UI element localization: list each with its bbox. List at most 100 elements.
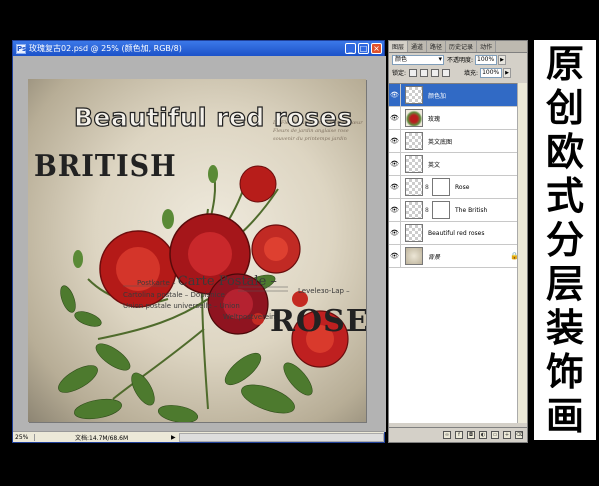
layers-scrollbar[interactable]	[517, 83, 527, 423]
layer-thumbnail	[405, 109, 423, 127]
blend-mode-select[interactable]: 颜色	[392, 54, 444, 65]
caption-char: 饰	[545, 350, 584, 394]
rose-bud	[162, 209, 174, 229]
document-window[interactable]: Ps 玫瑰复古02.psd @ 25% (颜色加, RGB/8) _ □ × L…	[12, 40, 386, 443]
layer-thumbnail	[405, 178, 423, 196]
leaf	[157, 405, 199, 422]
caption-char: 画	[545, 394, 584, 438]
status-menu-arrow-icon[interactable]: ▶	[171, 434, 179, 441]
eye-icon[interactable]: 👁	[389, 129, 401, 153]
fill-input[interactable]: 100%	[480, 67, 503, 78]
postcard-line: Weltpostverein	[223, 313, 276, 321]
postcard-line: Postkarte – Carte Postale –	[137, 274, 277, 289]
tab-history[interactable]: 历史记录	[446, 41, 478, 52]
status-bar: 25% 文档:14.7M/68.6M ▶	[13, 431, 384, 442]
layers-panel[interactable]: 图层 通道 路径 历史记录 动作 颜色 不透明度: 100% ▶ 锁定: 填充:…	[388, 40, 528, 443]
rose-center	[188, 232, 232, 276]
artwork-british-text: BRITISH	[34, 149, 177, 184]
opacity-input[interactable]: 100%	[475, 54, 498, 65]
fill-arrow-button[interactable]: ▶	[503, 67, 512, 78]
document-titlebar[interactable]: Ps 玫瑰复古02.psd @ 25% (颜色加, RGB/8) _ □ ×	[13, 41, 384, 56]
blend-row: 颜色 不透明度: 100% ▶	[389, 53, 527, 66]
eye-icon[interactable]: 👁	[389, 175, 401, 199]
group-icon[interactable]: ▭	[491, 431, 499, 439]
caption-char: 分	[545, 218, 584, 262]
eye-icon[interactable]: 👁	[389, 106, 401, 130]
layer-row[interactable]: 👁 英文底图	[389, 129, 527, 153]
layer-name: Beautiful red roses	[428, 229, 485, 237]
caption-char: 式	[545, 174, 584, 218]
photoshop-document-icon: Ps	[16, 43, 27, 54]
layer-row[interactable]: 👁 颜色加	[389, 83, 527, 107]
new-layer-icon[interactable]: +	[503, 431, 511, 439]
eye-icon[interactable]: 👁	[389, 83, 401, 107]
artwork-rose-text: ROSE	[270, 304, 366, 339]
layer-name: 玫瑰	[428, 115, 441, 123]
opacity-label: 不透明度:	[447, 57, 474, 64]
layer-thumbnail	[405, 155, 423, 173]
lock-pixels-icon[interactable]	[420, 68, 429, 77]
maximize-button[interactable]: □	[358, 43, 369, 54]
lock-label: 锁定:	[392, 70, 407, 77]
lock-all-icon[interactable]	[442, 68, 451, 77]
leaf	[95, 343, 131, 371]
layer-name: 英文底图	[428, 138, 453, 146]
layer-mask-thumbnail[interactable]	[432, 201, 450, 219]
fill-label: 填充:	[464, 70, 479, 77]
caption-char: 层	[545, 262, 584, 306]
layer-thumbnail	[405, 86, 423, 104]
fx-icon[interactable]: f	[455, 431, 463, 439]
minimize-button[interactable]: _	[345, 43, 356, 54]
leaf	[241, 384, 295, 414]
lock-transparent-icon[interactable]	[409, 68, 418, 77]
tab-actions[interactable]: 动作	[477, 41, 497, 52]
rose-bud	[73, 250, 83, 268]
eye-icon[interactable]: 👁	[389, 244, 401, 268]
layer-row[interactable]: 👁 背景 🔒	[389, 244, 527, 268]
layer-name: 背景	[428, 253, 441, 261]
layer-row[interactable]: 👁 Beautiful red roses	[389, 221, 527, 245]
eye-icon[interactable]: 👁	[389, 198, 401, 222]
layer-thumbnail	[405, 224, 423, 242]
opacity-arrow-button[interactable]: ▶	[498, 54, 507, 65]
lock-position-icon[interactable]	[431, 68, 440, 77]
layer-row[interactable]: 👁 玫瑰	[389, 106, 527, 130]
layer-row[interactable]: 👁 英文	[389, 152, 527, 176]
leaf	[60, 285, 76, 313]
layer-thumbnail	[405, 247, 423, 265]
close-button[interactable]: ×	[371, 43, 382, 54]
layer-mask-thumbnail[interactable]	[432, 178, 450, 196]
layer-thumbnail	[405, 132, 423, 150]
mask-icon[interactable]: ◘	[467, 431, 475, 439]
tab-paths[interactable]: 路径	[427, 41, 447, 52]
document-title: 玫瑰复古02.psd @ 25% (颜色加, RGB/8)	[29, 44, 182, 53]
link-chain-icon: 8	[425, 206, 429, 214]
zoom-level[interactable]: 25%	[13, 433, 35, 441]
canvas-area[interactable]: La Fleur rouge Lamoure mon cœur Fleurs d…	[13, 56, 386, 432]
postcard-line: Leveleзо-Lap –	[298, 287, 350, 295]
link-icon[interactable]: ∞	[443, 431, 451, 439]
artwork-title: Beautiful red roses	[73, 102, 353, 132]
artwork-canvas[interactable]: La Fleur rouge Lamoure mon cœur Fleurs d…	[28, 79, 366, 422]
adjustment-icon[interactable]: ◐	[479, 431, 487, 439]
rose-center	[264, 237, 288, 261]
eye-icon[interactable]: 👁	[389, 152, 401, 176]
leaf	[58, 365, 98, 393]
horizontal-scrollbar[interactable]	[179, 432, 384, 442]
layer-name: 英文	[428, 161, 441, 169]
layer-row[interactable]: 👁 8 The British	[389, 198, 527, 222]
caption-char: 创	[545, 86, 584, 130]
tab-channels[interactable]: 通道	[408, 41, 428, 52]
eye-icon[interactable]: 👁	[389, 221, 401, 245]
panel-tabs: 图层 通道 路径 历史记录 动作	[389, 41, 527, 53]
leaf	[74, 311, 102, 327]
trash-icon[interactable]: ⌫	[515, 431, 523, 439]
document-size: 文档:14.7M/68.6M	[75, 434, 129, 442]
postcard-line: Union postale universelle – Union	[123, 302, 240, 310]
leaf	[74, 398, 122, 420]
postcard-text: Postkarte – Carte Postale – Cartolina po…	[123, 274, 277, 321]
tab-layers[interactable]: 图层	[389, 41, 409, 52]
layer-row[interactable]: 👁 8 Rose	[389, 175, 527, 199]
layer-list: 👁 颜色加 👁 玫瑰 👁 英文底图 👁 英文 👁 8 Rose 👁 8 The …	[389, 83, 527, 423]
layer-thumbnail	[405, 201, 423, 219]
